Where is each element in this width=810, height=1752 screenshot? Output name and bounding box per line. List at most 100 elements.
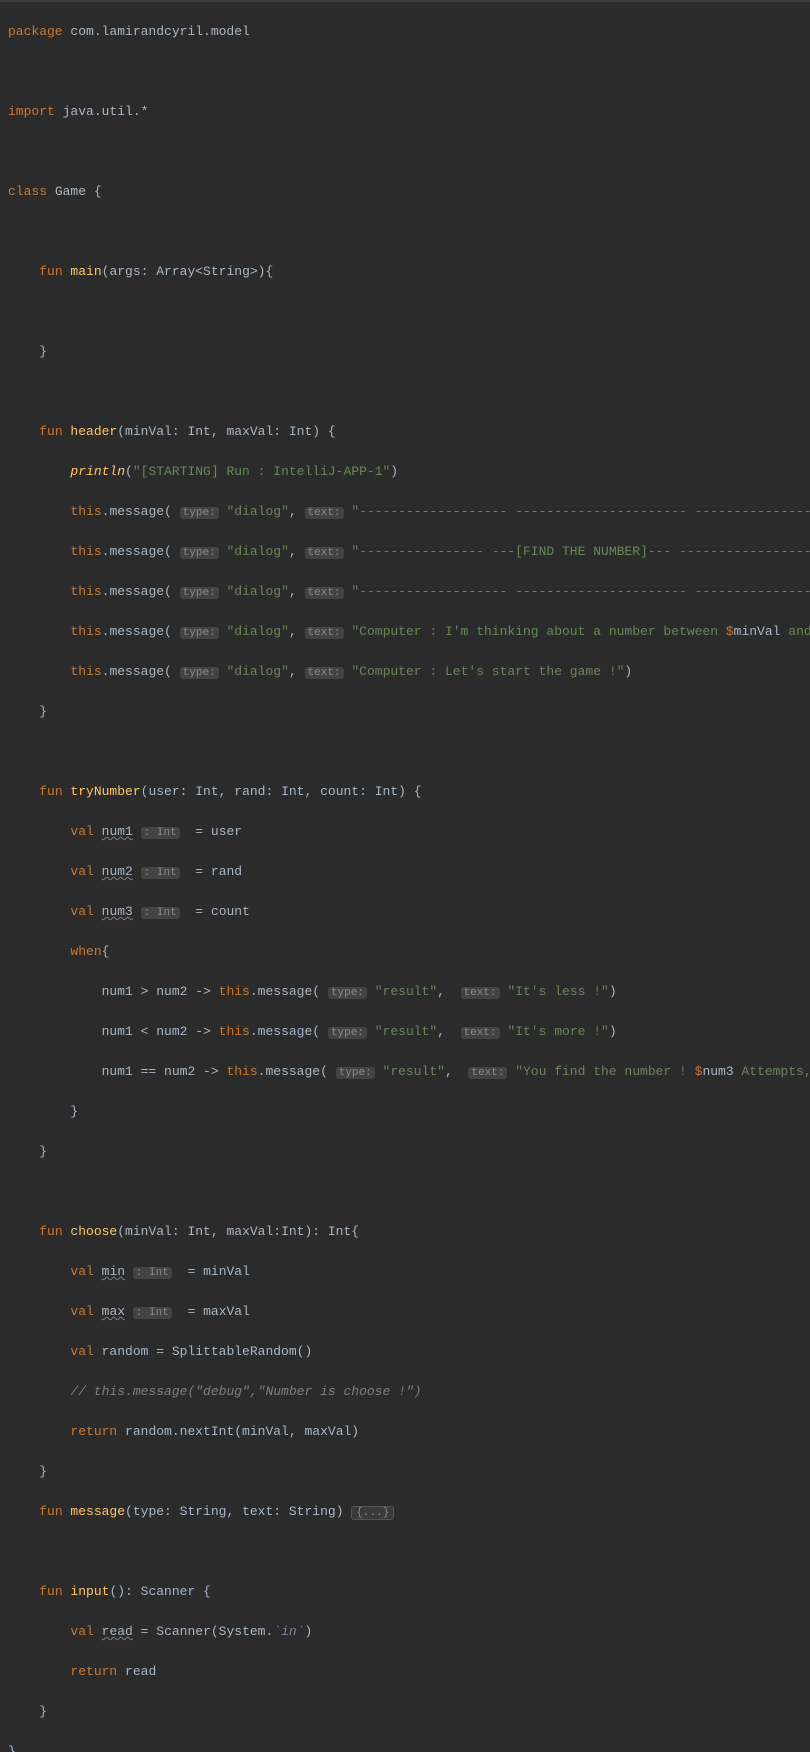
keyword-fun: fun — [39, 1584, 62, 1599]
keyword-val: val — [70, 1304, 93, 1319]
string-literal: "It's less !" — [507, 984, 608, 999]
string-literal: "dialog" — [227, 584, 289, 599]
string-literal: Attempts, well done." — [734, 1064, 810, 1079]
fn-println: println — [70, 464, 125, 479]
type-hint-int: : Int — [133, 1307, 172, 1319]
var-min: min — [102, 1264, 125, 1279]
keyword-return: return — [70, 1424, 117, 1439]
assign-scanner-a: = Scanner(System. — [133, 1624, 273, 1639]
string-literal: "result" — [375, 984, 437, 999]
main-sig: (args: Array<String>){ — [102, 264, 274, 279]
message-sig-a: (type: String — [125, 1504, 226, 1519]
return-expr-b: maxVal) — [304, 1424, 359, 1439]
keyword-val: val — [70, 864, 93, 879]
comma: , — [289, 544, 297, 559]
fn-header: header — [63, 424, 118, 439]
brace-close: } — [39, 704, 47, 719]
code-fold-icon[interactable]: {...} — [351, 1506, 394, 1520]
fn-message: message — [63, 1504, 125, 1519]
string-literal: "dialog" — [227, 504, 289, 519]
paren-close: ) — [609, 1024, 617, 1039]
comma: , — [211, 424, 227, 439]
string-literal: "result" — [375, 1024, 437, 1039]
call-message: .message( — [258, 1064, 328, 1079]
fn-input: input — [63, 1584, 110, 1599]
call-message: .message( — [102, 624, 172, 639]
assign-user: = user — [188, 824, 243, 839]
keyword-this: this — [70, 544, 101, 559]
param-hint-text: text: — [305, 587, 344, 599]
choose-sig-b: maxVal:Int): Int{ — [226, 1224, 359, 1239]
keyword-this: this — [219, 1024, 250, 1039]
type-hint-int: : Int — [133, 1267, 172, 1279]
assign-minval: = minVal — [180, 1264, 250, 1279]
param-hint-text: text: — [305, 627, 344, 639]
var-num1: num1 — [102, 824, 133, 839]
assign-maxval: = maxVal — [180, 1304, 250, 1319]
paren-close: ) — [624, 664, 632, 679]
try-sig-b: rand: Int — [234, 784, 304, 799]
template-dollar: $ — [695, 1064, 703, 1079]
keyword-this: this — [70, 584, 101, 599]
string-literal: "It's more !" — [507, 1024, 608, 1039]
header-sig-a: (minVal: Int — [117, 424, 211, 439]
fn-choose: choose — [63, 1224, 118, 1239]
param-hint-text: text: — [305, 667, 344, 679]
keyword-fun: fun — [39, 264, 62, 279]
keyword-fun: fun — [39, 1224, 62, 1239]
fn-main: main — [63, 264, 102, 279]
assign-rand: = rand — [188, 864, 243, 879]
string-literal: and — [780, 624, 810, 639]
keyword-this: this — [70, 664, 101, 679]
param-hint-text: text: — [461, 1027, 500, 1039]
when-cond-eq: num1 == num2 -> — [102, 1064, 227, 1079]
return-expr-a: random.nextInt(minVal — [117, 1424, 289, 1439]
var-num3: num3 — [102, 904, 133, 919]
brace-close: } — [39, 1464, 47, 1479]
keyword-return: return — [70, 1664, 117, 1679]
keyword-import: import — [8, 104, 55, 119]
comma: , — [211, 1224, 227, 1239]
try-sig-c: count: Int) { — [320, 784, 421, 799]
keyword-this: this — [226, 1064, 257, 1079]
brace-close: } — [39, 1144, 47, 1159]
string-literal: "dialog" — [227, 664, 289, 679]
comma: , — [289, 624, 297, 639]
param-hint-text: text: — [461, 987, 500, 999]
call-message: .message( — [250, 984, 320, 999]
param-hint-text: text: — [468, 1067, 507, 1079]
assign-scanner-b: ) — [305, 1624, 313, 1639]
keyword-fun: fun — [39, 424, 62, 439]
keyword-val: val — [70, 824, 93, 839]
comma: , — [437, 984, 445, 999]
type-hint-int: : Int — [141, 907, 180, 919]
var-max: max — [102, 1304, 125, 1319]
param-hint-type: type: — [180, 507, 219, 519]
call-message: .message( — [102, 664, 172, 679]
choose-sig-a: (minVal: Int — [117, 1224, 211, 1239]
param-hint-type: type: — [336, 1067, 375, 1079]
brace-close: } — [39, 344, 47, 359]
string-literal: "dialog" — [227, 624, 289, 639]
keyword-val: val — [70, 1344, 93, 1359]
param-hint-type: type: — [328, 987, 367, 999]
string-literal: "Computer : Let's start the game !" — [351, 664, 624, 679]
comma: , — [219, 784, 235, 799]
brace-close: } — [70, 1104, 78, 1119]
code-editor[interactable]: package com.lamirandcyril.model import j… — [0, 2, 810, 1752]
comma: , — [289, 584, 297, 599]
fn-trynumber: tryNumber — [63, 784, 141, 799]
brace-close: } — [39, 1704, 47, 1719]
keyword-val: val — [70, 904, 93, 919]
import-path: java.util.* — [55, 104, 149, 119]
keyword-fun: fun — [39, 784, 62, 799]
type-hint-int: : Int — [141, 827, 180, 839]
paren-close: ) — [390, 464, 398, 479]
var-num2: num2 — [102, 864, 133, 879]
keyword-this: this — [219, 984, 250, 999]
keyword-val: val — [70, 1624, 93, 1639]
keyword-this: this — [70, 504, 101, 519]
header-sig-b: maxVal: Int) { — [226, 424, 335, 439]
package-path: com.lamirandcyril.model — [63, 24, 250, 39]
param-hint-type: type: — [180, 587, 219, 599]
